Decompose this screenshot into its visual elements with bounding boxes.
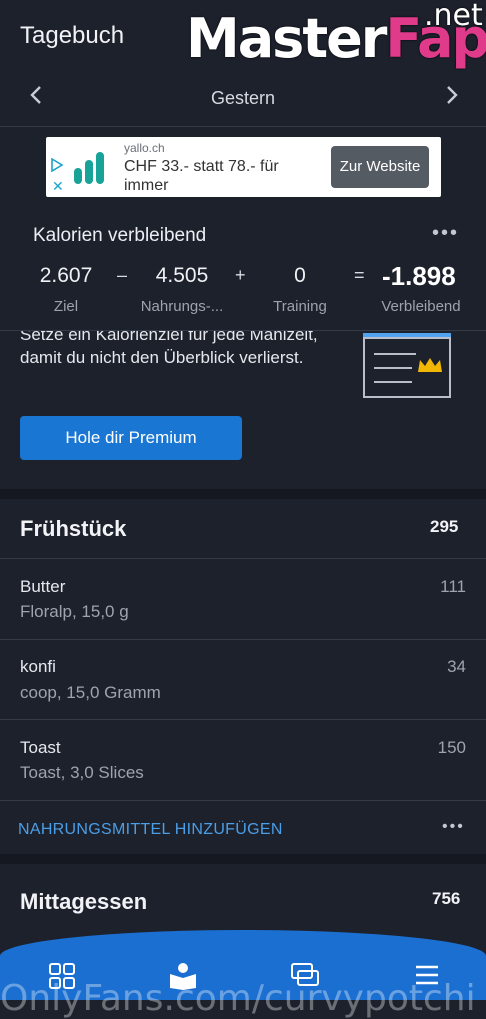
food-calories: 150 bbox=[437, 738, 466, 757]
calories-heading: Kalorien verbleibend bbox=[33, 225, 207, 246]
ad-domain: yallo.ch bbox=[124, 141, 165, 155]
watermark-logo-tld: .net bbox=[424, 0, 483, 33]
add-food-link[interactable]: NAHRUNGSMITTEL HINZUFÜGEN bbox=[18, 821, 283, 839]
remaining-label: Verbleibend bbox=[381, 298, 461, 315]
food-row-butter[interactable]: Butter Floralp, 15,0 g 111 bbox=[0, 559, 486, 639]
food-value: 4.505 bbox=[155, 264, 209, 287]
section-separator bbox=[0, 489, 486, 499]
chevron-right-icon[interactable] bbox=[438, 84, 466, 112]
food-name: Butter bbox=[20, 577, 66, 596]
more-options-icon[interactable]: ••• bbox=[442, 818, 465, 836]
food-label: Nahrungs-... bbox=[140, 298, 224, 315]
plus-operator: + bbox=[235, 265, 246, 285]
page-title: Tagebuch bbox=[20, 22, 125, 49]
exercise-label: Training bbox=[273, 298, 327, 315]
menu-card-crown-icon bbox=[362, 332, 452, 405]
food-detail: coop, 15,0 Gramm bbox=[20, 683, 161, 702]
get-premium-button[interactable]: Hole dir Premium bbox=[20, 416, 242, 460]
remaining-value: -1.898 bbox=[382, 261, 456, 291]
food-detail: Toast, 3,0 Slices bbox=[20, 763, 144, 782]
exercise-value: 0 bbox=[294, 264, 306, 287]
minus-operator: – bbox=[117, 265, 128, 285]
breakfast-title[interactable]: Frühstück bbox=[20, 516, 126, 542]
goal-label: Ziel bbox=[53, 298, 79, 315]
equals-operator: = bbox=[354, 265, 365, 285]
promo-text: Setze ein Kalorienziel für jede Mahlzeit… bbox=[20, 331, 318, 367]
food-row-toast[interactable]: Toast Toast, 3,0 Slices 150 bbox=[0, 720, 486, 800]
lunch-total: 756 bbox=[432, 889, 461, 908]
watermark-footer: OnlyFans.com/curvypotchi bbox=[0, 978, 476, 1019]
more-options-icon[interactable]: ••• bbox=[432, 222, 459, 245]
food-row-konfi[interactable]: konfi coop, 15,0 Gramm 34 bbox=[0, 640, 486, 720]
lunch-title[interactable]: Mittagessen bbox=[20, 889, 147, 915]
food-calories: 34 bbox=[447, 657, 466, 676]
ad-play-icon[interactable] bbox=[50, 157, 64, 177]
goal-value: 2.607 bbox=[39, 264, 93, 287]
ad-text: CHF 33.- statt 78.- für immer bbox=[124, 158, 279, 194]
food-name: konfi bbox=[20, 657, 56, 676]
section-separator bbox=[0, 854, 486, 864]
food-detail: Floralp, 15,0 g bbox=[20, 602, 129, 621]
divider bbox=[0, 800, 486, 801]
ad-close-icon[interactable]: ✕ bbox=[52, 178, 64, 195]
breakfast-total: 295 bbox=[430, 517, 459, 536]
food-calories: 111 bbox=[440, 577, 466, 596]
ad-cta-button[interactable]: Zur Website bbox=[331, 146, 429, 188]
food-name: Toast bbox=[20, 738, 61, 757]
date-label[interactable]: Gestern bbox=[0, 88, 486, 109]
